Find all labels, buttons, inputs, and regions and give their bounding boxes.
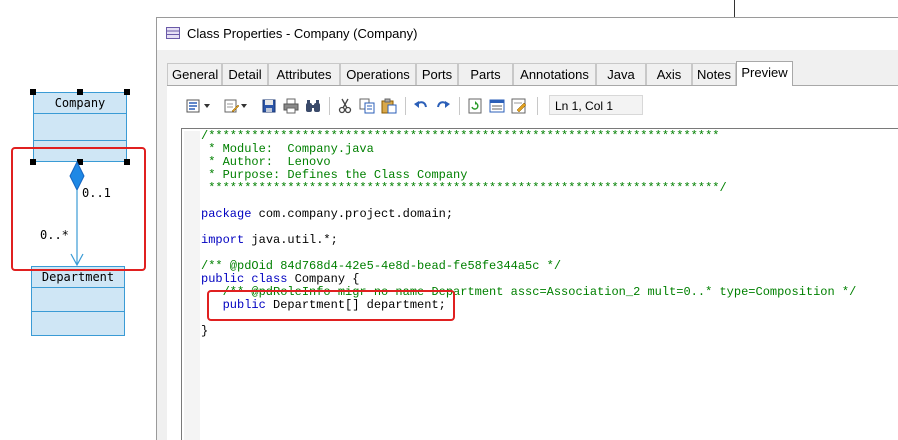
tab-bar: General Detail Attributes Operations Por… xyxy=(167,61,898,86)
copy-icon[interactable] xyxy=(359,98,375,114)
cut-icon[interactable] xyxy=(337,98,353,114)
tab-notes[interactable]: Notes xyxy=(692,63,736,85)
code-text-span: com.company.project.domain; xyxy=(251,207,454,221)
find-icon[interactable] xyxy=(305,98,321,114)
tab-annotations[interactable]: Annotations xyxy=(513,63,596,85)
edit-file-icon[interactable] xyxy=(223,98,239,114)
editor-gutter xyxy=(184,131,200,440)
edit-menu-icon[interactable] xyxy=(185,98,201,114)
highlight-box-field xyxy=(207,290,455,321)
code-text: /***************************************… xyxy=(201,130,898,440)
code-line-package: package com.company.project.domain; xyxy=(201,208,453,221)
chevron-down-icon[interactable] xyxy=(204,104,210,108)
uml-operations-compartment xyxy=(32,312,124,337)
class-properties-icon xyxy=(166,27,180,39)
dialog-body: General Detail Attributes Operations Por… xyxy=(157,50,898,440)
window-titlebar[interactable]: Class Properties - Company (Company) xyxy=(157,18,898,50)
code-line-close: } xyxy=(201,324,209,338)
toolbar-separator xyxy=(329,97,330,115)
cursor-position-field: Ln 1, Col 1 xyxy=(549,95,643,115)
save-icon[interactable] xyxy=(261,98,277,114)
uml-attributes-compartment xyxy=(34,114,126,141)
code-preview-editor[interactable]: /***************************************… xyxy=(181,128,898,440)
toolbar-separator xyxy=(459,97,460,115)
print-icon[interactable] xyxy=(283,98,299,114)
undo-icon[interactable] xyxy=(413,98,429,114)
paste-icon[interactable] xyxy=(381,98,397,114)
highlight-box-association xyxy=(11,147,146,271)
code-text-span: java.util.*; xyxy=(244,233,338,247)
tab-detail[interactable]: Detail xyxy=(222,63,268,85)
keyword: public class xyxy=(201,272,288,286)
tab-operations[interactable]: Operations xyxy=(340,63,416,85)
tab-ports[interactable]: Ports xyxy=(416,63,458,85)
toolbar-separator xyxy=(405,97,406,115)
window-title: Class Properties - Company (Company) xyxy=(187,26,418,41)
selection-handle-top-right[interactable] xyxy=(124,89,130,95)
redo-icon[interactable] xyxy=(435,98,451,114)
tab-general[interactable]: General xyxy=(167,63,222,85)
uml-class-company-name: Company xyxy=(34,93,126,114)
chevron-down-icon[interactable] xyxy=(241,104,247,108)
keyword: package xyxy=(201,207,252,221)
preview-toolbar: Ln 1, Col 1 xyxy=(185,94,825,118)
code-line-import: import java.util.*; xyxy=(201,234,338,247)
tab-parts[interactable]: Parts xyxy=(458,63,513,85)
uml-class-department[interactable]: Department xyxy=(31,266,125,336)
class-properties-window: Class Properties - Company (Company) Gen… xyxy=(156,17,898,440)
uml-attributes-compartment xyxy=(32,288,124,312)
tab-axis[interactable]: Axis xyxy=(646,63,692,85)
edit-with-icon[interactable] xyxy=(511,98,527,114)
tab-attributes[interactable]: Attributes xyxy=(268,63,340,85)
canvas-divider-line xyxy=(734,0,735,17)
tab-java[interactable]: Java xyxy=(596,63,646,85)
tab-preview[interactable]: Preview xyxy=(736,61,793,86)
selection-handle-top-left[interactable] xyxy=(30,89,36,95)
toolbar-separator xyxy=(537,97,538,115)
selection-handle-top-mid[interactable] xyxy=(77,89,83,95)
keyword: import xyxy=(201,233,245,247)
code-line: ****************************************… xyxy=(201,181,727,195)
show-generation-options-icon[interactable] xyxy=(489,98,505,114)
preview-panel: Ln 1, Col 1 /***************************… xyxy=(167,86,898,440)
code-text-span: Company { xyxy=(287,272,360,286)
refresh-icon[interactable] xyxy=(467,98,483,114)
